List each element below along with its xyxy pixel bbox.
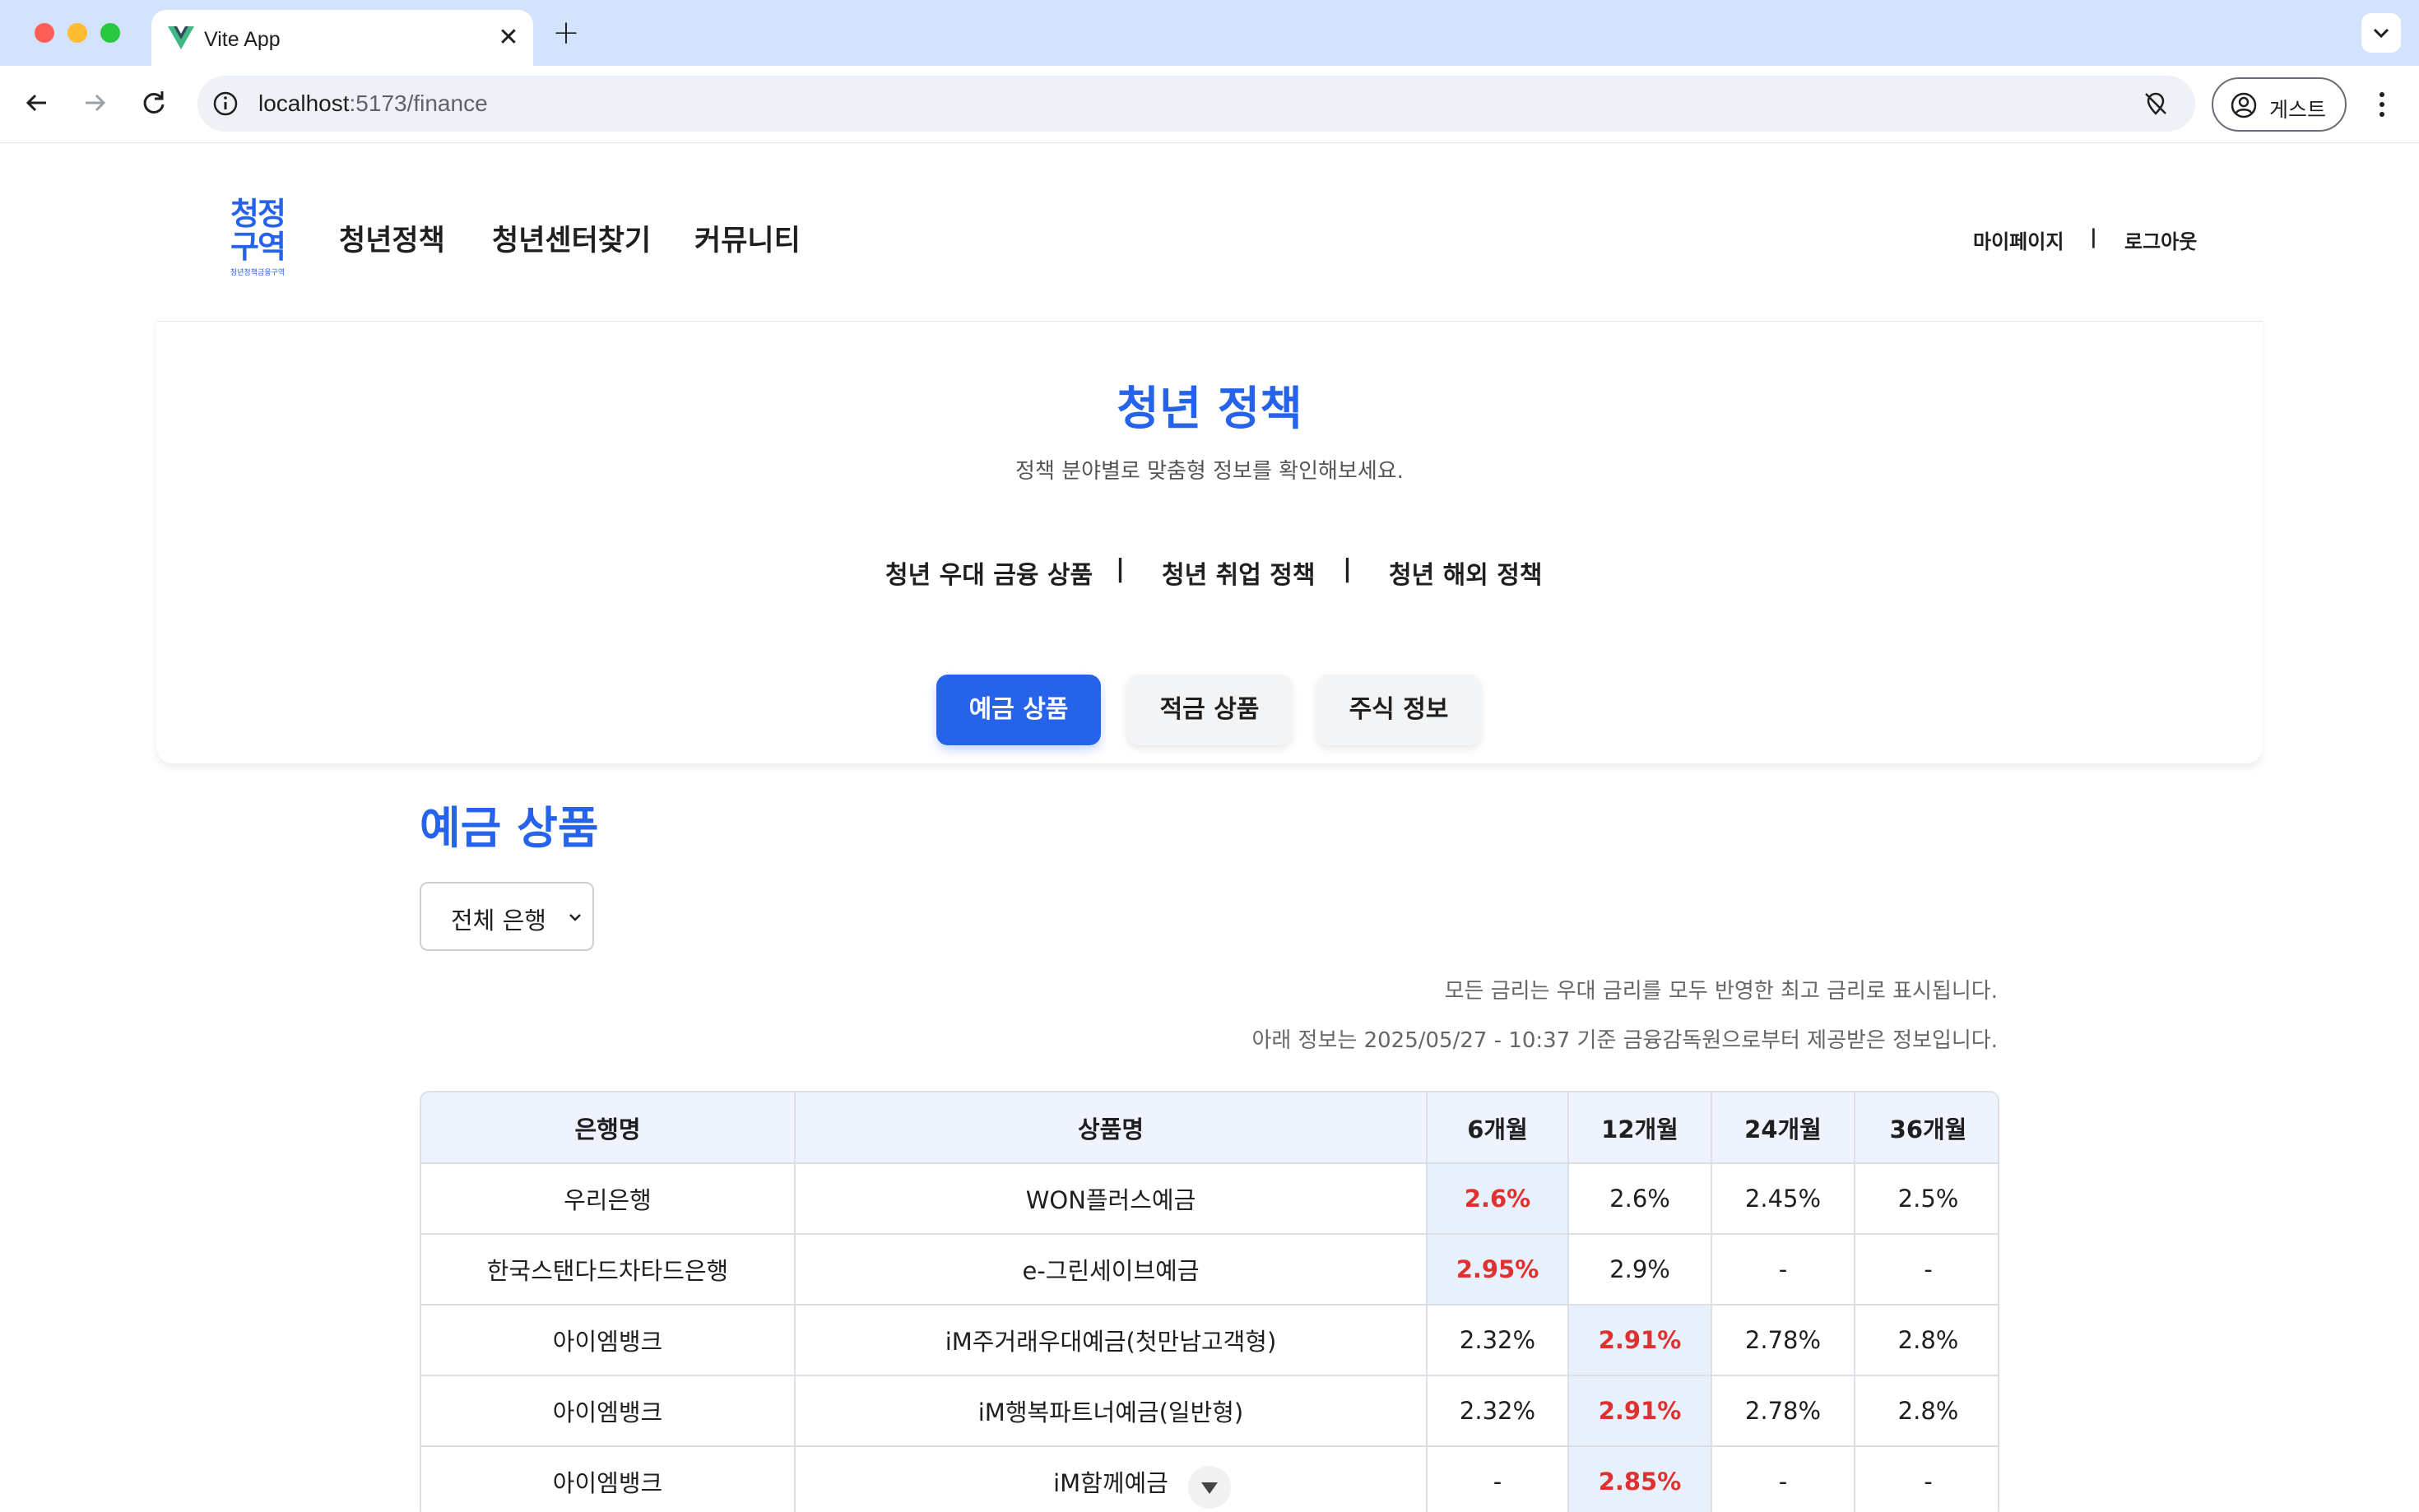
- tab-stocks[interactable]: 주식 정보: [1316, 675, 1481, 745]
- logo-line-1: 청정: [230, 196, 286, 232]
- user-nav-separator: |: [2090, 225, 2097, 248]
- column-header-24m: 24개월: [1711, 1092, 1855, 1164]
- table-cell: -: [1855, 1446, 1998, 1512]
- web-page: 청정 구역 청년정책금융구역 청년정책 청년센터찾기 커뮤니티 마이페이지 | …: [0, 143, 2419, 1512]
- site-logo[interactable]: 청정 구역 청년정책금융구역: [221, 197, 295, 278]
- chevron-down-icon: [569, 914, 581, 921]
- data-source-note: 아래 정보는 2025/05/27 - 10:37 기준 금융감독원으로부터 제…: [1251, 1028, 1998, 1053]
- table-cell: 한국스탠다드차타드은행: [421, 1234, 796, 1306]
- table-cell: 2.32%: [1427, 1305, 1569, 1376]
- table-cell: 2.6%: [1568, 1163, 1712, 1235]
- tab-close-icon[interactable]: ✕: [494, 23, 523, 53]
- table-cell: 2.32%: [1427, 1375, 1569, 1447]
- header-divider: [156, 321, 2263, 322]
- back-arrow-icon[interactable]: [18, 84, 56, 122]
- policy-link-separator: |: [1116, 554, 1125, 583]
- page-subtitle: 정책 분야별로 맞춤형 정보를 확인해보세요.: [1015, 459, 1404, 484]
- tab-deposit[interactable]: 예금 상품: [936, 675, 1101, 745]
- table-row[interactable]: 우리은행 WON플러스예금 2.6% 2.6% 2.45% 2.5%: [421, 1163, 1998, 1235]
- section-title: 예금 상품: [420, 802, 599, 854]
- policy-link-employment[interactable]: 청년 취업 정책: [1162, 554, 1316, 591]
- table-cell: 2.45%: [1711, 1163, 1855, 1235]
- column-header-12m: 12개월: [1568, 1092, 1712, 1164]
- table-cell-best-rate: 2.85%: [1568, 1446, 1712, 1512]
- logo-line-2: 구역: [230, 229, 286, 265]
- table-header-row: 은행명 상품명 6개월 12개월 24개월 36개월: [421, 1092, 1998, 1164]
- policy-link-finance[interactable]: 청년 우대 금융 상품: [885, 554, 1093, 591]
- browser-toolbar: localhost:5173/finance 게스트: [0, 66, 2419, 143]
- table-cell-best-rate: 2.91%: [1568, 1375, 1712, 1447]
- table-cell-best-rate: 2.91%: [1568, 1305, 1712, 1376]
- table-cell-best-rate: 2.95%: [1427, 1234, 1569, 1306]
- tab-search-button[interactable]: [2361, 13, 2401, 53]
- table-cell: -: [1855, 1234, 1998, 1306]
- scroll-down-button[interactable]: [1188, 1466, 1231, 1509]
- logo-subtitle: 청년정책금융구역: [230, 269, 286, 277]
- profile-label: 게스트: [2269, 98, 2327, 122]
- nav-item-youth-center[interactable]: 청년센터찾기: [492, 217, 651, 259]
- mypage-link[interactable]: 마이페이지: [1973, 225, 2064, 254]
- tracking-protection-icon[interactable]: [2141, 89, 2171, 118]
- minimize-window-button[interactable]: [67, 23, 87, 43]
- table-cell: WON플러스예금: [795, 1163, 1428, 1235]
- rate-note: 모든 금리는 우대 금리를 모두 반영한 최고 금리로 표시됩니다.: [1444, 979, 1998, 1004]
- tab-title: Vite App: [204, 28, 281, 51]
- new-tab-button[interactable]: +: [550, 16, 583, 49]
- policy-link-overseas[interactable]: 청년 해외 정책: [1389, 554, 1543, 591]
- account-circle-icon: [2231, 92, 2257, 118]
- page-title: 청년 정책: [1117, 383, 1302, 436]
- table-cell: -: [1711, 1234, 1855, 1306]
- url-text[interactable]: localhost:5173/finance: [258, 90, 488, 117]
- chevron-down-icon: [1201, 1482, 1218, 1494]
- close-window-button[interactable]: [35, 23, 54, 43]
- table-cell: 2.78%: [1711, 1375, 1855, 1447]
- logout-link[interactable]: 로그아웃: [2124, 225, 2197, 254]
- table-cell: iM함께예금: [795, 1446, 1428, 1512]
- table-cell: -: [1711, 1446, 1855, 1512]
- table-cell: 아이엠뱅크: [421, 1375, 796, 1447]
- bank-filter-select[interactable]: 전체 은행: [420, 882, 594, 951]
- table-cell: iM주거래우대예금(첫만남고객형): [795, 1305, 1428, 1376]
- bank-filter-value: 전체 은행: [451, 907, 546, 935]
- table-cell: iM행복파트너예금(일반형): [795, 1375, 1428, 1447]
- browser-tab[interactable]: Vite App ✕: [151, 10, 533, 66]
- tab-savings[interactable]: 적금 상품: [1127, 675, 1292, 745]
- forward-arrow-icon[interactable]: [76, 84, 114, 122]
- chevron-down-icon: [2373, 28, 2389, 39]
- url-path: :5173/finance: [349, 90, 488, 116]
- more-menu-icon[interactable]: [2370, 87, 2394, 122]
- table-cell: 2.78%: [1711, 1305, 1855, 1376]
- table-cell: -: [1427, 1446, 1569, 1512]
- browser-tab-bar: Vite App ✕ +: [0, 0, 2419, 66]
- table-row[interactable]: 아이엠뱅크 iM주거래우대예금(첫만남고객형) 2.32% 2.91% 2.78…: [421, 1305, 1998, 1376]
- table-cell: 아이엠뱅크: [421, 1305, 796, 1376]
- deposit-table: 은행명 상품명 6개월 12개월 24개월 36개월 우리은행 WON플러스예금…: [420, 1091, 1999, 1512]
- reload-icon[interactable]: [135, 84, 173, 122]
- table-cell: 2.8%: [1855, 1375, 1998, 1447]
- address-bar[interactable]: localhost:5173/finance: [197, 76, 2195, 132]
- maximize-window-button[interactable]: [100, 23, 120, 43]
- nav-item-youth-policy[interactable]: 청년정책: [339, 217, 445, 259]
- table-cell: 2.5%: [1855, 1163, 1998, 1235]
- column-header-bank: 은행명: [421, 1092, 796, 1164]
- table-cell: 아이엠뱅크: [421, 1446, 796, 1512]
- table-cell: e-그린세이브예금: [795, 1234, 1428, 1306]
- table-row[interactable]: 아이엠뱅크 iM행복파트너예금(일반형) 2.32% 2.91% 2.78% 2…: [421, 1375, 1998, 1447]
- table-row[interactable]: 한국스탠다드차타드은행 e-그린세이브예금 2.95% 2.9% - -: [421, 1234, 1998, 1306]
- column-header-6m: 6개월: [1427, 1092, 1569, 1164]
- column-header-product: 상품명: [795, 1092, 1428, 1164]
- table-cell-best-rate: 2.6%: [1427, 1163, 1569, 1235]
- table-cell: 2.9%: [1568, 1234, 1712, 1306]
- policy-link-separator: |: [1343, 554, 1352, 583]
- table-cell: 2.8%: [1855, 1305, 1998, 1376]
- column-header-36m: 36개월: [1855, 1092, 1998, 1164]
- nav-item-community[interactable]: 커뮤니티: [694, 217, 801, 259]
- table-cell: 우리은행: [421, 1163, 796, 1235]
- profile-button[interactable]: 게스트: [2212, 77, 2347, 132]
- vue-logo-icon: [168, 26, 194, 49]
- site-info-icon[interactable]: [211, 89, 240, 118]
- url-host: localhost: [258, 90, 350, 116]
